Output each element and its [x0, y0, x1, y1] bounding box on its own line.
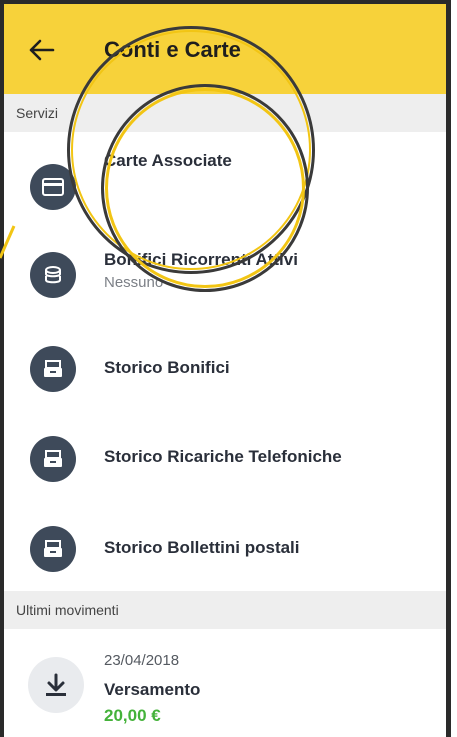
movement-amount: 20,00 €	[104, 706, 161, 725]
service-label: Bonifici Ricorrenti Attivi	[104, 250, 298, 269]
service-label: Storico Bollettini postali	[104, 538, 300, 557]
service-item-carte-associate[interactable]: Carte Associate	[4, 134, 446, 224]
callout-line	[0, 225, 16, 259]
archive-icon	[30, 346, 76, 392]
arrow-left-icon	[29, 39, 55, 61]
service-item-storico-bonifici[interactable]: Storico Bonifici	[4, 314, 446, 404]
archive-icon	[30, 526, 76, 572]
section-header-movements: Ultimi movimenti	[4, 591, 446, 629]
service-label: Storico Ricariche Telefoniche	[104, 447, 342, 466]
service-item-storico-bollettini[interactable]: Storico Bollettini postali	[4, 494, 446, 584]
section-label: Servizi	[16, 105, 59, 121]
top-app-bar: Conti e Carte	[4, 4, 446, 94]
card-icon	[30, 164, 76, 210]
section-label: Ultimi movimenti	[16, 602, 119, 618]
section-header-services: Servizi	[4, 94, 446, 132]
movement-item[interactable]: 23/04/2018 Versamento 20,00 €	[4, 629, 446, 737]
app-screen: Conti e Carte Servizi Carte Associate Bo…	[0, 0, 451, 737]
service-item-storico-ricariche[interactable]: Storico Ricariche Telefoniche	[4, 404, 446, 494]
back-button[interactable]	[22, 30, 62, 70]
movement-date: 23/04/2018	[104, 652, 180, 669]
movement-title: Versamento	[104, 680, 201, 699]
page-title: Conti e Carte	[104, 37, 241, 62]
archive-icon	[30, 436, 76, 482]
download-icon	[28, 657, 84, 713]
coins-icon	[30, 252, 76, 298]
service-item-bonifici-ricorrenti[interactable]: Bonifici Ricorrenti Attivi Nessuno	[4, 224, 446, 314]
service-label: Storico Bonifici	[104, 358, 230, 377]
service-sublabel: Nessuno	[104, 274, 164, 291]
service-label: Carte Associate	[104, 151, 232, 170]
